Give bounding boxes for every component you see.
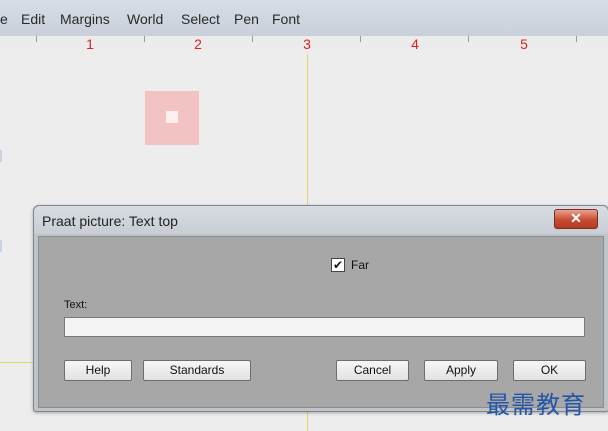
text-input[interactable]	[64, 317, 585, 337]
ruler-number: 4	[411, 36, 419, 52]
ruler-tick	[360, 36, 361, 42]
apply-button[interactable]: Apply	[424, 360, 498, 381]
close-icon: ✕	[570, 210, 582, 226]
horizontal-guide-line	[0, 362, 34, 363]
ruler-tick	[252, 36, 253, 42]
ruler-tick	[468, 36, 469, 42]
watermark-logo: 最需教育	[486, 391, 586, 419]
ruler-number: 1	[86, 36, 94, 52]
ruler-tick	[36, 36, 37, 42]
menu-bar: e Edit Margins World Select Pen Font	[0, 0, 608, 37]
ruler-number: 5	[520, 36, 528, 52]
ruler-tick	[576, 36, 577, 42]
dialog-titlebar[interactable]: Praat picture: Text top ✕	[34, 206, 608, 234]
text-top-dialog: Praat picture: Text top ✕ ✔ Far Text: He…	[33, 205, 608, 412]
selection-rectangle	[145, 91, 199, 145]
ruler-tick	[144, 36, 145, 42]
menu-select[interactable]: Select	[181, 11, 220, 27]
cancel-button[interactable]: Cancel	[336, 360, 409, 381]
ruler: 1 2 3 4 5	[0, 36, 608, 54]
ruler-number: 2	[194, 36, 202, 52]
dialog-title: Praat picture: Text top	[42, 213, 178, 229]
menu-edit[interactable]: Edit	[21, 11, 45, 27]
far-checkbox-label: Far	[351, 258, 369, 272]
text-field-label: Text:	[64, 299, 88, 311]
ruler-number: 3	[303, 36, 311, 52]
dialog-body: ✔ Far Text: Help Standards Cancel Apply …	[38, 236, 604, 408]
menu-world[interactable]: World	[127, 11, 163, 27]
canvas-edge-mark	[0, 150, 2, 162]
close-button[interactable]: ✕	[554, 209, 598, 229]
help-button[interactable]: Help	[64, 360, 132, 381]
standards-button[interactable]: Standards	[143, 360, 251, 381]
selection-center	[166, 111, 178, 123]
menu-margins[interactable]: Margins	[60, 11, 110, 27]
far-checkbox[interactable]: ✔	[331, 258, 345, 272]
menu-file[interactable]: e	[0, 11, 8, 27]
canvas-edge-mark	[0, 240, 2, 252]
menu-font[interactable]: Font	[272, 11, 300, 27]
checkmark-icon: ✔	[332, 258, 344, 272]
menu-pen[interactable]: Pen	[234, 11, 259, 27]
ok-button[interactable]: OK	[513, 360, 586, 381]
